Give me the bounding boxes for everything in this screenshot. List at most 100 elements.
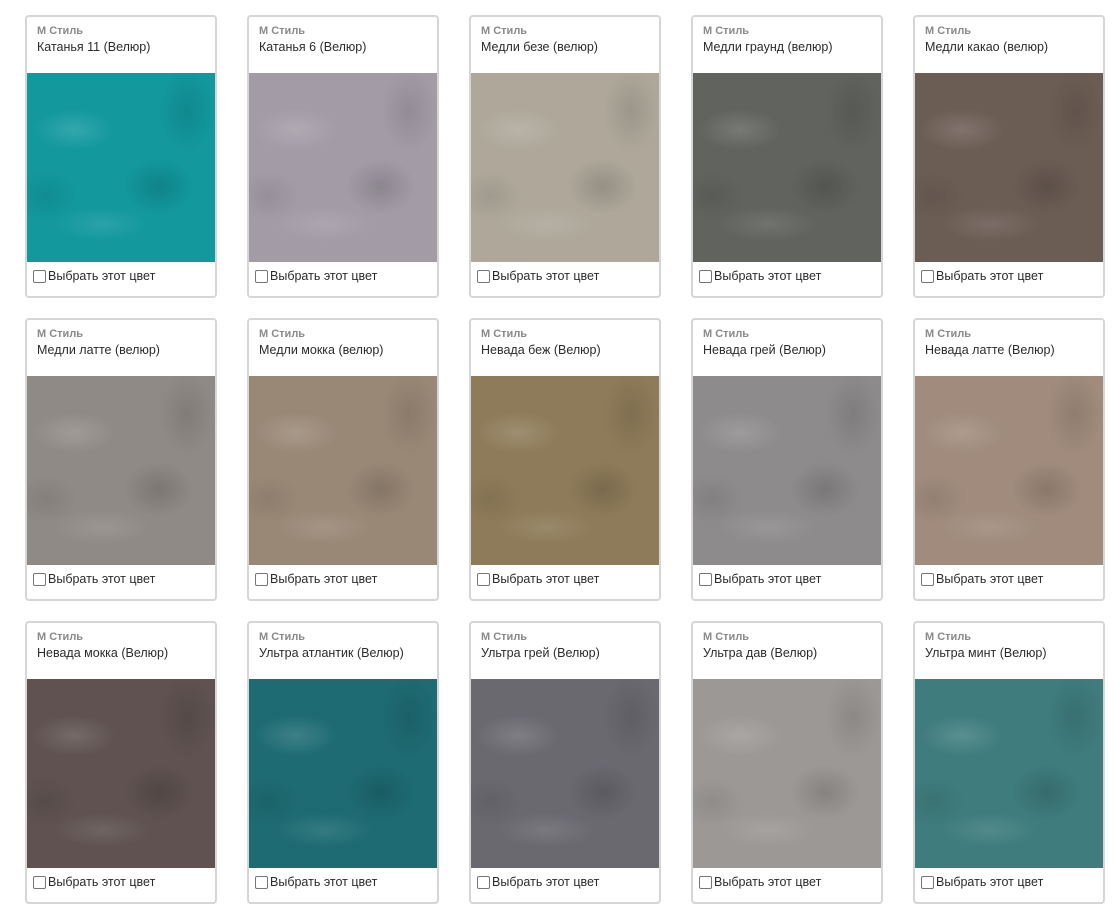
fabric-swatch-image[interactable] bbox=[27, 679, 215, 868]
select-color-label[interactable]: Выбрать этот цвет bbox=[936, 875, 1043, 889]
select-color-option[interactable]: Выбрать этот цвет bbox=[699, 875, 821, 889]
fabric-name: Медли какао (велюр) bbox=[925, 40, 1049, 54]
select-color-label[interactable]: Выбрать этот цвет bbox=[714, 269, 821, 283]
brand-label: М Стиль bbox=[703, 328, 750, 340]
fabric-swatch-image[interactable] bbox=[693, 73, 881, 262]
select-color-label[interactable]: Выбрать этот цвет bbox=[48, 269, 155, 283]
fabric-name: Медли безе (велюр) bbox=[481, 40, 598, 54]
fabric-name: Ультра грей (Велюр) bbox=[481, 646, 600, 660]
fabric-card: М Стиль Медли граунд (велюр) Выбрать это… bbox=[691, 15, 883, 298]
fabric-card: М Стиль Медли мокка (велюр) Выбрать этот… bbox=[247, 318, 439, 601]
select-color-label[interactable]: Выбрать этот цвет bbox=[714, 572, 821, 586]
select-color-option[interactable]: Выбрать этот цвет bbox=[921, 875, 1043, 889]
fabric-name: Медли латте (велюр) bbox=[37, 343, 160, 357]
brand-label: М Стиль bbox=[925, 631, 972, 643]
fabric-swatch-image[interactable] bbox=[471, 73, 659, 262]
select-color-option[interactable]: Выбрать этот цвет bbox=[477, 269, 599, 283]
fabric-swatch-image[interactable] bbox=[915, 376, 1103, 565]
select-color-checkbox[interactable] bbox=[921, 875, 934, 889]
select-color-checkbox[interactable] bbox=[33, 269, 46, 283]
fabric-swatch-image[interactable] bbox=[915, 679, 1103, 868]
select-color-checkbox[interactable] bbox=[477, 572, 490, 586]
fabric-name: Невада латте (Велюр) bbox=[925, 343, 1055, 357]
select-color-checkbox[interactable] bbox=[33, 572, 46, 586]
select-color-option[interactable]: Выбрать этот цвет bbox=[33, 269, 155, 283]
fabric-card: М Стиль Невада грей (Велюр) Выбрать этот… bbox=[691, 318, 883, 601]
fabric-name: Медли мокка (велюр) bbox=[259, 343, 384, 357]
brand-label: М Стиль bbox=[37, 328, 84, 340]
brand-label: М Стиль bbox=[37, 631, 84, 643]
select-color-option[interactable]: Выбрать этот цвет bbox=[477, 572, 599, 586]
select-color-label[interactable]: Выбрать этот цвет bbox=[714, 875, 821, 889]
select-color-checkbox[interactable] bbox=[255, 572, 268, 586]
select-color-checkbox[interactable] bbox=[477, 269, 490, 283]
select-color-label[interactable]: Выбрать этот цвет bbox=[48, 875, 155, 889]
fabric-name: Невада грей (Велюр) bbox=[703, 343, 826, 357]
brand-label: М Стиль bbox=[259, 328, 306, 340]
select-color-option[interactable]: Выбрать этот цвет bbox=[921, 269, 1043, 283]
fabric-swatch-image[interactable] bbox=[249, 73, 437, 262]
select-color-label[interactable]: Выбрать этот цвет bbox=[936, 572, 1043, 586]
select-color-option[interactable]: Выбрать этот цвет bbox=[255, 269, 377, 283]
select-color-checkbox[interactable] bbox=[921, 269, 934, 283]
fabric-swatch-image[interactable] bbox=[27, 376, 215, 565]
select-color-label[interactable]: Выбрать этот цвет bbox=[48, 572, 155, 586]
fabric-swatch-image[interactable] bbox=[471, 376, 659, 565]
select-color-checkbox[interactable] bbox=[255, 875, 268, 889]
select-color-checkbox[interactable] bbox=[699, 269, 712, 283]
fabric-swatch-image[interactable] bbox=[27, 73, 215, 262]
fabric-card: М Стиль Медли безе (велюр) Выбрать этот … bbox=[469, 15, 661, 298]
fabric-card: М Стиль Катанья 6 (Велюр) Выбрать этот ц… bbox=[247, 15, 439, 298]
fabric-swatch-image[interactable] bbox=[915, 73, 1103, 262]
fabric-name: Ультра атлантик (Велюр) bbox=[259, 646, 404, 660]
fabric-name: Ультра минт (Велюр) bbox=[925, 646, 1047, 660]
fabric-swatch-image[interactable] bbox=[249, 679, 437, 868]
fabric-swatch-image[interactable] bbox=[249, 376, 437, 565]
select-color-label[interactable]: Выбрать этот цвет bbox=[492, 269, 599, 283]
fabric-card: М Стиль Ультра атлантик (Велюр) Выбрать … bbox=[247, 621, 439, 904]
fabric-swatch-image[interactable] bbox=[471, 679, 659, 868]
select-color-label[interactable]: Выбрать этот цвет bbox=[492, 572, 599, 586]
select-color-checkbox[interactable] bbox=[477, 875, 490, 889]
select-color-checkbox[interactable] bbox=[699, 572, 712, 586]
brand-label: М Стиль bbox=[481, 25, 528, 37]
fabric-name: Невада мокка (Велюр) bbox=[37, 646, 169, 660]
fabric-card: М Стиль Ультра минт (Велюр) Выбрать этот… bbox=[913, 621, 1105, 904]
select-color-option[interactable]: Выбрать этот цвет bbox=[255, 875, 377, 889]
brand-label: М Стиль bbox=[37, 25, 84, 37]
select-color-label[interactable]: Выбрать этот цвет bbox=[270, 269, 377, 283]
fabric-card: М Стиль Невада латте (Велюр) Выбрать это… bbox=[913, 318, 1105, 601]
select-color-label[interactable]: Выбрать этот цвет bbox=[936, 269, 1043, 283]
select-color-option[interactable]: Выбрать этот цвет bbox=[33, 875, 155, 889]
select-color-checkbox[interactable] bbox=[921, 572, 934, 586]
select-color-option[interactable]: Выбрать этот цвет bbox=[699, 269, 821, 283]
select-color-option[interactable]: Выбрать этот цвет bbox=[255, 572, 377, 586]
fabric-card: М Стиль Медли латте (велюр) Выбрать этот… bbox=[25, 318, 217, 601]
fabric-name: Невада беж (Велюр) bbox=[481, 343, 601, 357]
fabric-name: Медли граунд (велюр) bbox=[703, 40, 833, 54]
select-color-label[interactable]: Выбрать этот цвет bbox=[270, 572, 377, 586]
select-color-checkbox[interactable] bbox=[255, 269, 268, 283]
select-color-label[interactable]: Выбрать этот цвет bbox=[492, 875, 599, 889]
brand-label: М Стиль bbox=[703, 25, 750, 37]
select-color-label[interactable]: Выбрать этот цвет bbox=[270, 875, 377, 889]
fabric-card: М Стиль Невада беж (Велюр) Выбрать этот … bbox=[469, 318, 661, 601]
select-color-option[interactable]: Выбрать этот цвет bbox=[699, 572, 821, 586]
fabric-name: Катанья 6 (Велюр) bbox=[259, 40, 367, 54]
select-color-option[interactable]: Выбрать этот цвет bbox=[477, 875, 599, 889]
brand-label: М Стиль bbox=[481, 631, 528, 643]
select-color-checkbox[interactable] bbox=[33, 875, 46, 889]
fabric-card: М Стиль Медли какао (велюр) Выбрать этот… bbox=[913, 15, 1105, 298]
select-color-option[interactable]: Выбрать этот цвет bbox=[33, 572, 155, 586]
fabric-color-grid: М Стиль Катанья 11 (Велюр) Выбрать этот … bbox=[25, 15, 1105, 904]
select-color-checkbox[interactable] bbox=[699, 875, 712, 889]
fabric-swatch-image[interactable] bbox=[693, 679, 881, 868]
fabric-card: М Стиль Невада мокка (Велюр) Выбрать это… bbox=[25, 621, 217, 904]
fabric-card: М Стиль Ультра грей (Велюр) Выбрать этот… bbox=[469, 621, 661, 904]
brand-label: М Стиль bbox=[481, 328, 528, 340]
fabric-card: М Стиль Катанья 11 (Велюр) Выбрать этот … bbox=[25, 15, 217, 298]
fabric-swatch-image[interactable] bbox=[693, 376, 881, 565]
select-color-option[interactable]: Выбрать этот цвет bbox=[921, 572, 1043, 586]
fabric-name: Ультра дав (Велюр) bbox=[703, 646, 818, 660]
brand-label: М Стиль bbox=[259, 25, 306, 37]
